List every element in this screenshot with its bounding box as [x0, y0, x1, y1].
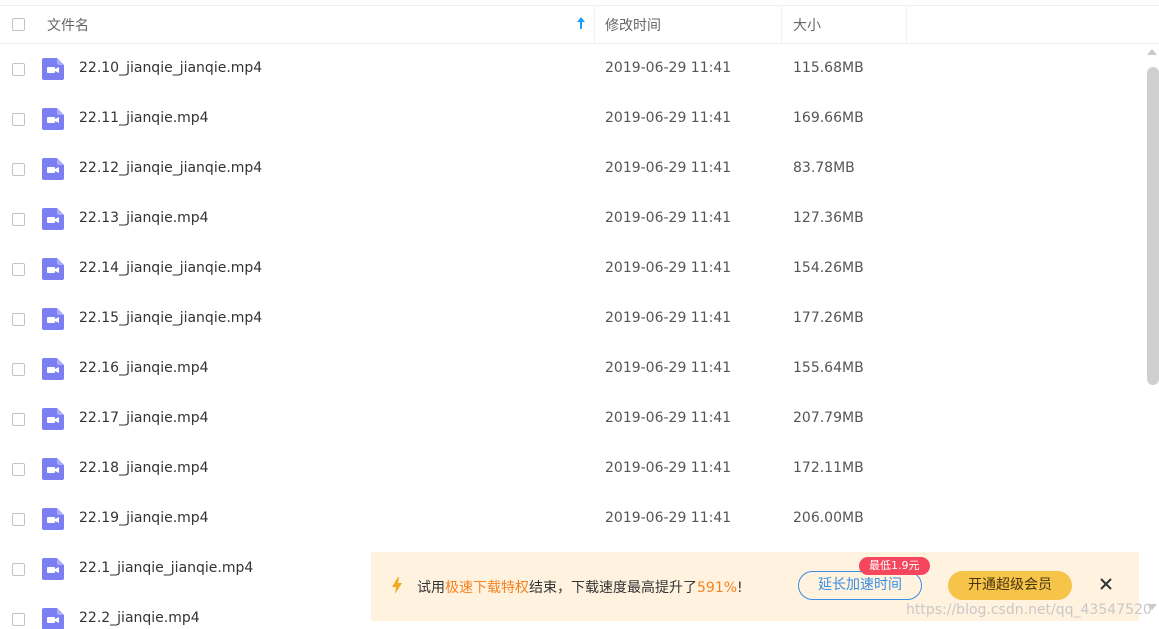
file-size: 127.36MB — [793, 210, 864, 226]
file-row[interactable]: 22.18_jianqie.mp4 2019-06-29 11:41 172.1… — [0, 445, 1143, 495]
file-name[interactable]: 22.18_jianqie.mp4 — [79, 460, 209, 476]
row-checkbox[interactable] — [12, 263, 25, 276]
column-divider[interactable] — [594, 6, 595, 43]
watermark-text: https://blog.csdn.net/qq_43547520 — [906, 602, 1152, 618]
file-row[interactable]: 22.14_jianqie_jianqie.mp4 2019-06-29 11:… — [0, 245, 1143, 295]
file-name[interactable]: 22.16_jianqie.mp4 — [79, 360, 209, 376]
file-name[interactable]: 22.10_jianqie_jianqie.mp4 — [79, 60, 262, 76]
row-checkbox[interactable] — [12, 463, 25, 476]
price-badge: 最低1.9元 — [859, 557, 930, 575]
file-modified-time: 2019-06-29 11:41 — [605, 260, 732, 276]
file-size: 115.68MB — [793, 60, 864, 76]
file-name[interactable]: 22.1_jianqie_jianqie.mp4 — [79, 560, 253, 576]
file-name[interactable]: 22.12_jianqie_jianqie.mp4 — [79, 160, 262, 176]
file-name[interactable]: 22.13_jianqie.mp4 — [79, 210, 209, 226]
scrollbar-thumb[interactable] — [1147, 67, 1159, 385]
file-name[interactable]: 22.11_jianqie.mp4 — [79, 110, 209, 126]
row-checkbox[interactable] — [12, 113, 25, 126]
file-size: 206.00MB — [793, 510, 864, 526]
file-row[interactable]: 22.17_jianqie.mp4 2019-06-29 11:41 207.7… — [0, 395, 1143, 445]
banner-message: 试用极速下载特权结束，下载速度最高提升了591%! — [417, 577, 743, 597]
sort-ascending-icon[interactable] — [575, 14, 587, 32]
file-modified-time: 2019-06-29 11:41 — [605, 60, 732, 76]
banner-text-middle: 结束，下载速度最高提升了 — [529, 580, 697, 596]
file-size: 207.79MB — [793, 410, 864, 426]
row-checkbox[interactable] — [12, 213, 25, 226]
file-modified-time: 2019-06-29 11:41 — [605, 310, 732, 326]
lightning-icon — [392, 577, 402, 594]
file-name[interactable]: 22.2_jianqie.mp4 — [79, 610, 200, 626]
row-checkbox[interactable] — [12, 363, 25, 376]
video-file-icon — [42, 108, 64, 130]
extend-acceleration-button[interactable]: 延长加速时间 — [798, 571, 922, 600]
column-header-size[interactable]: 大小 — [793, 15, 821, 35]
video-file-icon — [42, 558, 64, 580]
video-file-icon — [42, 308, 64, 330]
column-divider[interactable] — [781, 6, 782, 43]
file-row[interactable]: 22.11_jianqie.mp4 2019-06-29 11:41 169.6… — [0, 95, 1143, 145]
file-size: 172.11MB — [793, 460, 864, 476]
file-size: 154.26MB — [793, 260, 864, 276]
video-file-icon — [42, 408, 64, 430]
file-modified-time: 2019-06-29 11:41 — [605, 410, 732, 426]
file-modified-time: 2019-06-29 11:41 — [605, 360, 732, 376]
video-file-icon — [42, 208, 64, 230]
banner-speed-percent: 591% — [697, 580, 738, 596]
video-file-icon — [42, 358, 64, 380]
close-icon[interactable] — [1099, 577, 1113, 591]
file-modified-time: 2019-06-29 11:41 — [605, 110, 732, 126]
file-row[interactable]: 22.13_jianqie.mp4 2019-06-29 11:41 127.3… — [0, 195, 1143, 245]
row-checkbox[interactable] — [12, 63, 25, 76]
file-modified-time: 2019-06-29 11:41 — [605, 460, 732, 476]
video-file-icon — [42, 158, 64, 180]
row-checkbox[interactable] — [12, 563, 25, 576]
file-size: 169.66MB — [793, 110, 864, 126]
row-checkbox[interactable] — [12, 163, 25, 176]
video-file-icon — [42, 508, 64, 530]
banner-text-prefix: 试用 — [417, 580, 445, 596]
banner-text-suffix: ! — [737, 580, 743, 596]
row-checkbox[interactable] — [12, 413, 25, 426]
file-row[interactable]: 22.10_jianqie_jianqie.mp4 2019-06-29 11:… — [0, 45, 1143, 95]
select-all-checkbox[interactable] — [12, 18, 25, 31]
file-modified-time: 2019-06-29 11:41 — [605, 510, 732, 526]
file-list-header: 文件名 修改时间 大小 — [0, 6, 1159, 44]
column-divider[interactable] — [906, 6, 907, 43]
row-checkbox[interactable] — [12, 513, 25, 526]
scroll-up-arrow-icon[interactable] — [1147, 49, 1157, 55]
file-row[interactable]: 22.16_jianqie.mp4 2019-06-29 11:41 155.6… — [0, 345, 1143, 395]
video-file-icon — [42, 258, 64, 280]
file-row[interactable]: 22.12_jianqie_jianqie.mp4 2019-06-29 11:… — [0, 145, 1143, 195]
file-size: 83.78MB — [793, 160, 855, 176]
video-file-icon — [42, 58, 64, 80]
row-checkbox[interactable] — [12, 313, 25, 326]
file-name[interactable]: 22.15_jianqie_jianqie.mp4 — [79, 310, 262, 326]
file-name[interactable]: 22.19_jianqie.mp4 — [79, 510, 209, 526]
column-header-modified-time[interactable]: 修改时间 — [605, 15, 661, 35]
row-checkbox[interactable] — [12, 613, 25, 626]
file-modified-time: 2019-06-29 11:41 — [605, 160, 732, 176]
file-size: 155.64MB — [793, 360, 864, 376]
file-row[interactable]: 22.19_jianqie.mp4 2019-06-29 11:41 206.0… — [0, 495, 1143, 545]
video-file-icon — [42, 458, 64, 480]
file-size: 177.26MB — [793, 310, 864, 326]
file-name[interactable]: 22.17_jianqie.mp4 — [79, 410, 209, 426]
banner-text-highlight: 极速下载特权 — [445, 580, 529, 596]
file-name[interactable]: 22.14_jianqie_jianqie.mp4 — [79, 260, 262, 276]
video-file-icon — [42, 608, 64, 629]
column-header-name[interactable]: 文件名 — [47, 15, 89, 35]
file-row[interactable]: 22.15_jianqie_jianqie.mp4 2019-06-29 11:… — [0, 295, 1143, 345]
file-modified-time: 2019-06-29 11:41 — [605, 210, 732, 226]
open-super-vip-button[interactable]: 开通超级会员 — [948, 571, 1072, 600]
file-list: 22.10_jianqie_jianqie.mp4 2019-06-29 11:… — [0, 45, 1143, 629]
